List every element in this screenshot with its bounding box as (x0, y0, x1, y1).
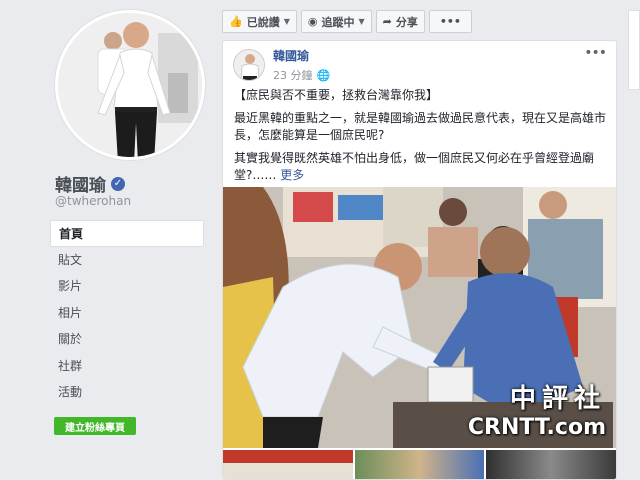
following-button[interactable]: ◉ 追蹤中 ▼ (300, 10, 372, 33)
post-photo[interactable]: 中評社 CRNTT.com (223, 187, 616, 448)
watermark-chinese: 中評社 (509, 384, 606, 414)
thumbs-up-icon: 👍 (229, 15, 243, 28)
avatar-illustration (234, 50, 264, 80)
post-photo-thumbnails (223, 450, 616, 479)
thumbnail-photo[interactable] (223, 450, 353, 479)
profile-photo-illustration (58, 13, 202, 157)
following-label: 追蹤中 (321, 15, 355, 29)
thumbnail-photo[interactable] (354, 450, 485, 479)
nav-item-photos[interactable]: 相片 (50, 300, 204, 327)
post-card: 韓國瑜 23 分鐘 🌐 ••• 【庶民與否不重要，拯救台灣靠你我】 最近黑韓的重… (222, 40, 617, 480)
share-button[interactable]: ➦ 分享 (375, 10, 425, 33)
post-header: 韓國瑜 23 分鐘 🌐 (233, 47, 330, 83)
page-name-text: 韓國瑜 (55, 176, 106, 196)
post-author-avatar[interactable] (233, 49, 265, 81)
nav-item-videos[interactable]: 影片 (50, 273, 204, 300)
page-name[interactable]: 韓國瑜 ✓ (55, 171, 125, 196)
globe-icon: 🌐 (316, 68, 331, 82)
nav-item-events[interactable]: 活動 (50, 379, 204, 406)
ellipsis-icon: ••• (439, 15, 461, 28)
rss-icon: ◉ (307, 15, 318, 28)
post-body: 【庶民與否不重要，拯救台灣靠你我】 最近黑韓的重點之一，就是韓國瑜過去做過民意代… (234, 87, 608, 190)
more-options-button[interactable]: ••• (428, 10, 472, 33)
post-paragraph: 最近黑韓的重點之一，就是韓國瑜過去做過民意代表，現在又是高雄市長，怎麼能算是一個… (234, 111, 607, 142)
post-author-name[interactable]: 韓國瑜 (273, 47, 330, 64)
see-more-link[interactable]: 更多 (280, 168, 304, 182)
nav-item-community[interactable]: 社群 (50, 353, 204, 380)
share-arrow-icon: ➦ (382, 15, 392, 28)
nav-item-about[interactable]: 關於 (50, 326, 204, 353)
share-label: 分享 (395, 15, 418, 29)
post-options-icon[interactable]: ••• (584, 45, 607, 61)
profile-picture[interactable] (55, 10, 205, 160)
chevron-down-icon: ▼ (283, 17, 290, 26)
post-paragraph: 其實我覺得既然英雄不怕出身低，做一個庶民又何必在乎曾經登過廟堂?…… 更多 (234, 150, 608, 184)
post-timestamp[interactable]: 23 分鐘 (273, 67, 313, 83)
page-action-bar: 👍 已說讚 ▼ ◉ 追蹤中 ▼ ➦ 分享 ••• (222, 10, 472, 33)
chevron-down-icon: ▼ (358, 17, 365, 26)
verified-badge-icon: ✓ (111, 176, 125, 191)
liked-button[interactable]: 👍 已說讚 ▼ (222, 10, 297, 33)
right-column-box (628, 10, 640, 90)
page-nav: 首頁 貼文 影片 相片 關於 社群 活動 (50, 220, 204, 406)
left-column: 韓國瑜 ✓ @twherohan 首頁 貼文 影片 相片 關於 社群 活動 建立… (0, 0, 212, 480)
nav-item-home[interactable]: 首頁 (50, 220, 204, 247)
photo-watermark: 中評社 CRNTT.com (468, 378, 606, 440)
nav-item-posts[interactable]: 貼文 (50, 247, 204, 274)
page-handle[interactable]: @twherohan (55, 194, 131, 208)
watermark-url: CRNTT.com (467, 415, 606, 440)
create-page-button[interactable]: 建立粉絲專頁 (54, 417, 136, 435)
liked-label: 已說讚 (246, 15, 280, 29)
thumbnail-photo[interactable] (486, 450, 616, 479)
post-headline: 【庶民與否不重要，拯救台灣靠你我】 (234, 88, 439, 102)
